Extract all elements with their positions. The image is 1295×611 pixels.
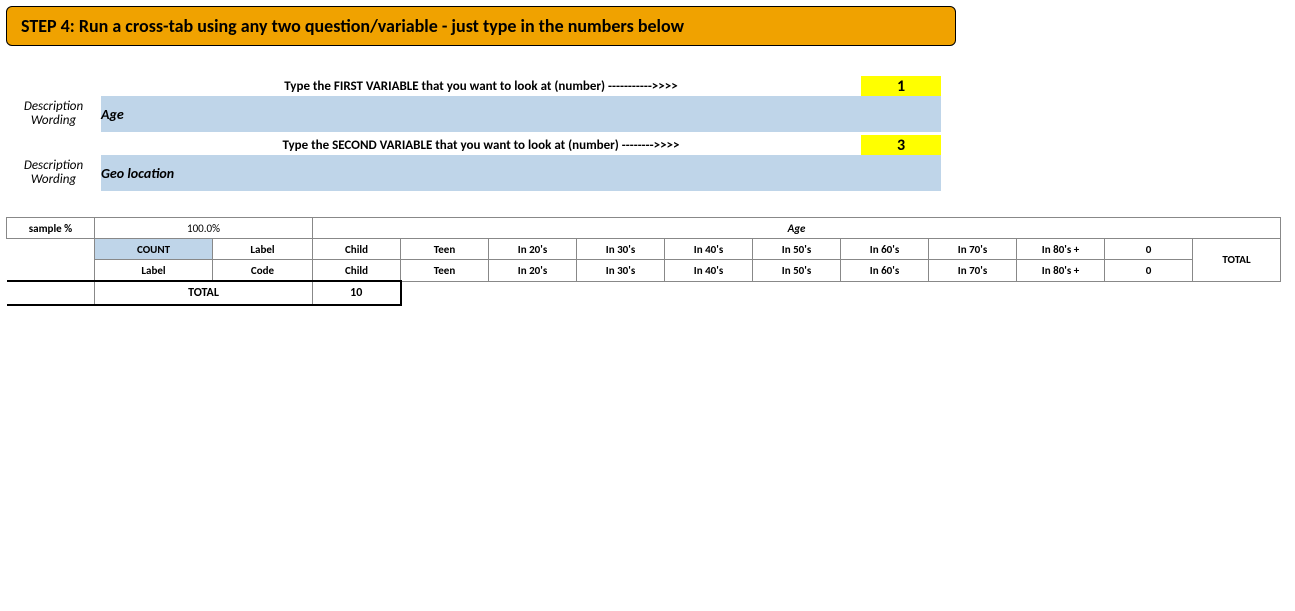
col-label: In 80's + [1017, 239, 1105, 260]
var1-desc-label: Description Wording [6, 96, 101, 132]
var1-input[interactable]: 1 [861, 76, 941, 96]
grand-total: 10 [313, 281, 401, 305]
col-code: In 70's [929, 260, 1017, 282]
code-header: Code [213, 260, 313, 282]
col-label: In 50's [753, 239, 841, 260]
col-code: In 30's [577, 260, 665, 282]
count-header: COUNT [95, 239, 213, 260]
col-label: In 20's [489, 239, 577, 260]
var2-prompt: Type the SECOND VARIABLE that you want t… [101, 135, 861, 155]
col-label: In 40's [665, 239, 753, 260]
col-code: In 40's [665, 260, 753, 282]
col-label: In 60's [841, 239, 929, 260]
var2-input[interactable]: 3 [861, 135, 941, 155]
crosstab: sample % 100.0% Age COUNT Label ChildTee… [6, 217, 1281, 306]
sample-value: 100.0% [95, 218, 313, 239]
label-header-2: Label [95, 260, 213, 282]
col-label: Child [313, 239, 401, 260]
var2-desc-label: Description Wording [6, 155, 101, 191]
col-label: Teen [401, 239, 489, 260]
col-label: In 30's [577, 239, 665, 260]
label-header: Label [213, 239, 313, 260]
column-axis-title: Age [313, 218, 1281, 239]
col-code: Child [313, 260, 401, 282]
col-code: In 50's [753, 260, 841, 282]
col-code: In 80's + [1017, 260, 1105, 282]
col-code: Teen [401, 260, 489, 282]
sample-label: sample % [7, 218, 95, 239]
var1-prompt: Type the FIRST VARIABLE that you want to… [101, 76, 861, 96]
col-code: 0 [1105, 260, 1193, 282]
col-code: In 60's [841, 260, 929, 282]
variable-inputs: Type the FIRST VARIABLE that you want to… [6, 76, 941, 191]
var1-desc-value: Age [101, 96, 941, 132]
step-banner: STEP 4: Run a cross-tab using any two qu… [6, 6, 956, 46]
col-label: In 70's [929, 239, 1017, 260]
col-code: In 20's [489, 260, 577, 282]
col-label: 0 [1105, 239, 1193, 260]
var2-desc-value: Geo location [101, 155, 941, 191]
total-header: TOTAL [1193, 239, 1281, 282]
total-row-label: TOTAL [95, 281, 313, 305]
